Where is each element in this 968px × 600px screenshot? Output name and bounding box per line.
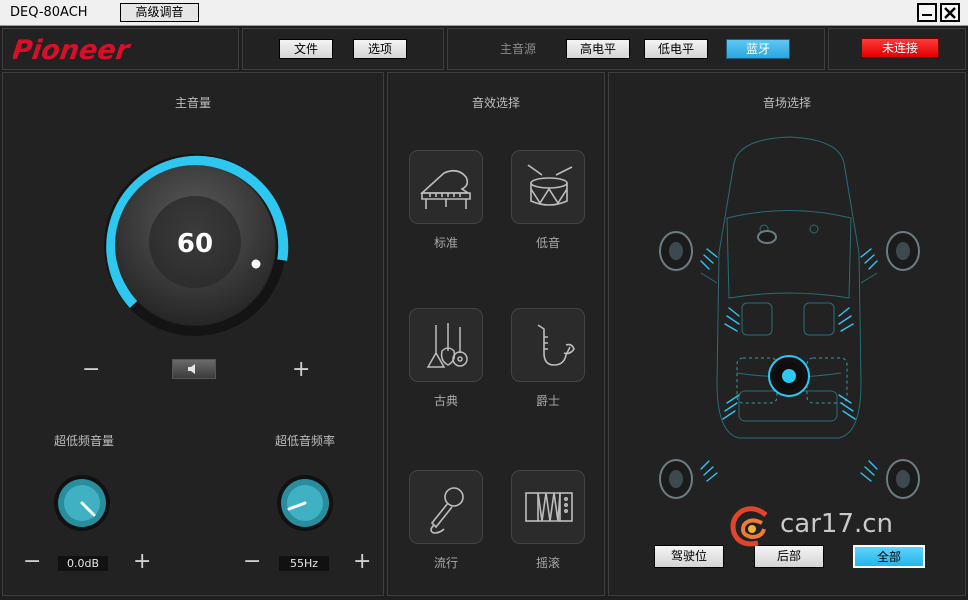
volume-up-button[interactable]: + [292, 359, 310, 381]
all-button[interactable]: 全部 [853, 545, 925, 568]
low-level-button[interactable]: 低电平 [644, 39, 708, 59]
speaker-front-left [659, 231, 693, 271]
speaker-icon [188, 364, 195, 374]
watermark: car17.cn [728, 505, 948, 547]
close-icon [944, 7, 956, 19]
preset-jazz-label: 爵士 [535, 394, 560, 408]
preset-rock-label: 摇滚 [535, 556, 560, 570]
sub-volume-label: 超低频音量 [54, 434, 115, 448]
preset-rock[interactable] [511, 470, 585, 544]
accordion-icon [525, 492, 573, 522]
sub-frequency-value: 55Hz [279, 556, 329, 571]
driver-seat-button[interactable]: 驾驶位 [654, 545, 724, 568]
file-button[interactable]: 文件 [279, 39, 333, 59]
window-title: DEQ-80ACH [10, 5, 88, 20]
mute-button[interactable] [172, 359, 216, 379]
options-button[interactable]: 选项 [353, 39, 407, 59]
preset-classical-label: 古典 [433, 394, 458, 408]
sub-volume-value: 0.0dB [58, 556, 108, 571]
soundfield-title: 音场选择 [762, 96, 811, 110]
status-panel: 未连接 [828, 28, 966, 70]
high-level-button[interactable]: 高电平 [566, 39, 630, 59]
svg-text:Pioneer: Pioneer [13, 35, 133, 66]
center-speaker [757, 230, 777, 244]
connection-status-button[interactable]: 未连接 [861, 38, 939, 58]
saxophone-icon [537, 324, 575, 366]
sub-frequency-label: 超低音频率 [275, 434, 336, 448]
preset-standard-label: 标准 [433, 236, 458, 250]
sub-frequency-knob[interactable] [275, 473, 335, 533]
sub-volume-up-button[interactable]: + [133, 551, 151, 573]
speaker-rear-right [886, 459, 920, 499]
advanced-tuning-button[interactable]: 高级调音 [120, 3, 199, 22]
master-volume-knob[interactable]: 60 [95, 145, 295, 345]
minimize-button[interactable] [917, 3, 937, 22]
volume-title: 主音量 [174, 96, 211, 110]
source-panel: 主音源 高电平 低电平 蓝牙 [447, 28, 825, 70]
effects-title: 音效选择 [471, 96, 520, 110]
pioneer-logo: Pioneer [13, 35, 133, 66]
speaker-rear-left [659, 459, 693, 499]
sub-volume-knob[interactable] [52, 473, 112, 533]
volume-down-button[interactable]: − [82, 359, 100, 381]
drum-icon [527, 164, 573, 206]
menu-panel: 文件 选项 [242, 28, 444, 70]
sub-frequency-down-button[interactable]: − [243, 551, 261, 573]
preset-classical[interactable] [409, 308, 483, 382]
preset-bass[interactable] [511, 150, 585, 224]
speaker-front-right [886, 231, 920, 271]
preset-pop-label: 流行 [433, 556, 458, 570]
preset-jazz[interactable] [511, 308, 585, 382]
preset-pop[interactable] [409, 470, 483, 544]
piano-icon [419, 169, 471, 209]
volume-panel: 主音量 60 − + 超低频音量 − 0.0dB + 超低音频率 − 55Hz … [2, 72, 384, 596]
volume-value: 60 [177, 229, 213, 259]
microphone-icon [430, 487, 464, 534]
sub-frequency-up-button[interactable]: + [353, 551, 371, 573]
listener-position-marker[interactable] [768, 355, 810, 397]
knob-indicator [251, 259, 261, 269]
car-soundfield-diagram [659, 136, 920, 499]
preset-standard[interactable] [409, 150, 483, 224]
title-bar: DEQ-80ACH 高级调音 [0, 0, 968, 26]
watermark-text: car17.cn [780, 509, 894, 539]
sub-volume-down-button[interactable]: − [23, 551, 41, 573]
watermark-logo [730, 506, 768, 547]
guitars-icon [426, 323, 468, 368]
brand-panel: Pioneer [2, 28, 239, 70]
effects-panel: 音效选择 标准 低音 古典 爵士 流行 摇滚 [387, 72, 605, 596]
close-button[interactable] [940, 3, 960, 22]
source-label: 主音源 [500, 42, 537, 56]
preset-bass-label: 低音 [535, 236, 560, 250]
bluetooth-button[interactable]: 蓝牙 [726, 39, 790, 59]
